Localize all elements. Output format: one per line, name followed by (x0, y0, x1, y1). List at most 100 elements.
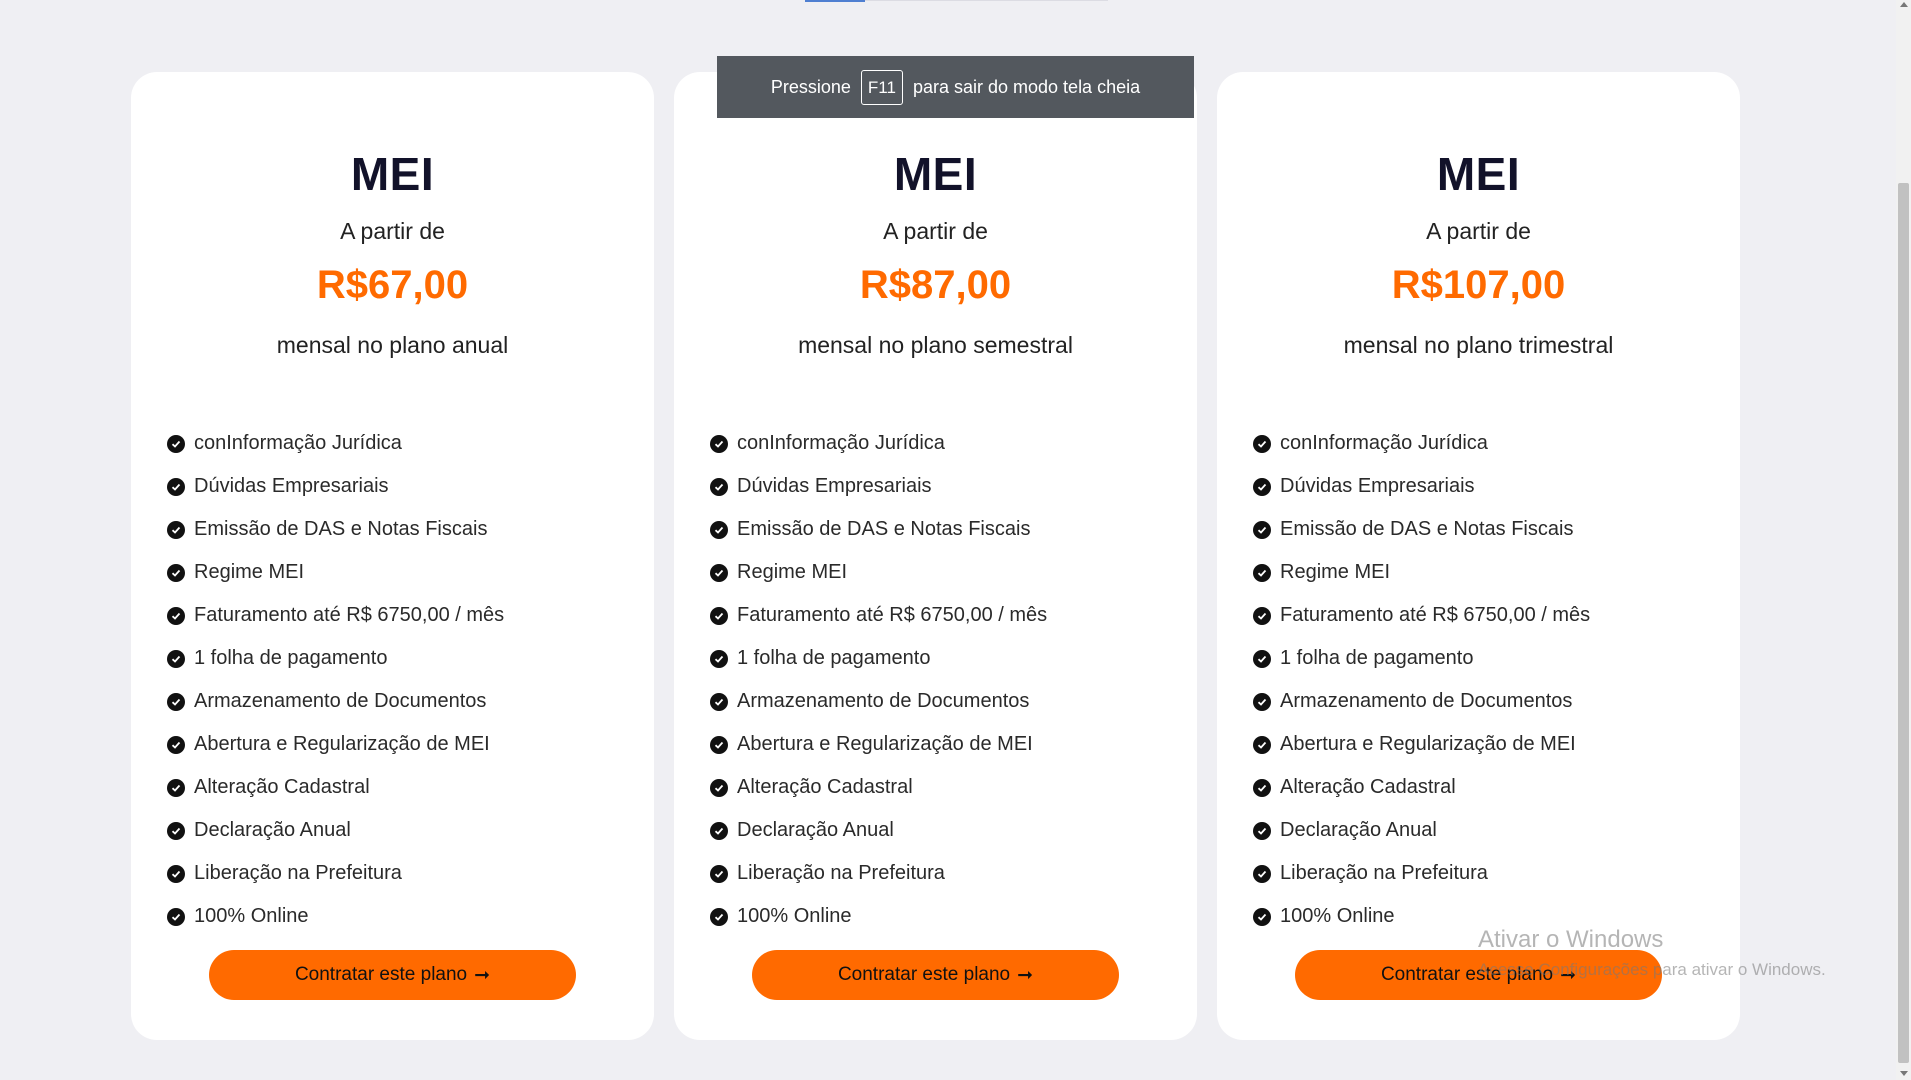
check-circle-icon (1253, 477, 1271, 496)
feature-label: Liberação na Prefeitura (1280, 862, 1488, 884)
f11-key-badge: F11 (860, 69, 903, 105)
feature-label: Faturamento até R$ 6750,00 / mês (1280, 604, 1591, 626)
feature-item: Faturamento até R$ 6750,00 / mês (1253, 594, 1590, 637)
feature-item: Abertura e Regularização de MEI (167, 723, 504, 766)
arrow-right-icon: ➞ (474, 964, 491, 986)
feature-label: Liberação na Prefeitura (737, 862, 945, 884)
check-circle-icon (1253, 907, 1271, 926)
feature-item: Alteração Cadastral (167, 766, 504, 809)
plan-card-semestral: MEI A partir de R$87,00 mensal no plano … (674, 72, 1197, 1040)
feature-label: Dúvidas Empresariais (194, 475, 389, 497)
feature-item: Liberação na Prefeitura (167, 852, 504, 895)
feature-item: 100% Online (167, 895, 504, 938)
feature-item: Abertura e Regularização de MEI (710, 723, 1047, 766)
feature-label: Armazenamento de Documentos (1280, 690, 1573, 712)
check-circle-icon (167, 606, 185, 625)
check-circle-icon (710, 520, 728, 539)
check-circle-icon (710, 778, 728, 797)
feature-item: Armazenamento de Documentos (1253, 680, 1590, 723)
feature-list: conInformação Jurídica Dúvidas Empresari… (167, 422, 504, 938)
feature-label: 1 folha de pagamento (737, 647, 931, 669)
check-circle-icon (1253, 864, 1271, 883)
feature-item: Alteração Cadastral (710, 766, 1047, 809)
plan-price: R$67,00 (316, 263, 469, 307)
feature-label: Armazenamento de Documentos (737, 690, 1030, 712)
check-circle-icon (1253, 821, 1271, 840)
feature-label: conInformação Jurídica (737, 432, 945, 454)
button-label: Contratar este plano (294, 964, 468, 985)
scroll-down-arrow-icon[interactable] (1900, 1071, 1908, 1076)
feature-label: Alteração Cadastral (194, 776, 370, 798)
check-circle-icon (1253, 692, 1271, 711)
feature-label: Emissão de DAS e Notas Fiscais (194, 518, 488, 540)
nav-underline (865, 0, 1108, 1)
feature-item: Emissão de DAS e Notas Fiscais (710, 508, 1047, 551)
check-circle-icon (710, 907, 728, 926)
feature-item: Regime MEI (1253, 551, 1590, 594)
plan-card-trimestral: MEI A partir de R$107,00 mensal no plano… (1217, 72, 1740, 1040)
plan-from-label: A partir de (340, 218, 445, 244)
check-circle-icon (167, 520, 185, 539)
check-circle-icon (710, 649, 728, 668)
feature-item: Abertura e Regularização de MEI (1253, 723, 1590, 766)
check-circle-icon (167, 821, 185, 840)
check-circle-icon (710, 434, 728, 453)
feature-label: Faturamento até R$ 6750,00 / mês (194, 604, 505, 626)
feature-label: 100% Online (737, 905, 852, 927)
feature-label: conInformação Jurídica (194, 432, 402, 454)
plan-card-anual: MEI A partir de R$67,00 mensal no plano … (131, 72, 654, 1040)
check-circle-icon (710, 606, 728, 625)
feature-item: Alteração Cadastral (1253, 766, 1590, 809)
check-circle-icon (710, 864, 728, 883)
plan-title: MEI (1436, 148, 1521, 200)
feature-label: 100% Online (1280, 905, 1395, 927)
feature-item: Emissão de DAS e Notas Fiscais (1253, 508, 1590, 551)
toast-text-before: Pressione (770, 76, 851, 97)
check-circle-icon (710, 477, 728, 496)
feature-item: Dúvidas Empresariais (1253, 465, 1590, 508)
plan-price: R$87,00 (859, 263, 1012, 307)
check-circle-icon (167, 778, 185, 797)
check-circle-icon (710, 821, 728, 840)
check-circle-icon (167, 735, 185, 754)
feature-item: 1 folha de pagamento (710, 637, 1047, 680)
feature-label: Declaração Anual (1280, 819, 1437, 841)
windows-activation-title: Ativar o Windows (1478, 926, 1664, 953)
feature-label: 1 folha de pagamento (1280, 647, 1474, 669)
scroll-up-arrow-icon[interactable] (1900, 2, 1908, 7)
feature-item: Dúvidas Empresariais (167, 465, 504, 508)
button-label: Contratar este plano (837, 964, 1011, 985)
check-circle-icon (710, 563, 728, 582)
feature-label: Regime MEI (737, 561, 848, 583)
feature-label: 1 folha de pagamento (194, 647, 388, 669)
vertical-scrollbar[interactable] (1896, 0, 1911, 1080)
plan-from-label: A partir de (883, 218, 988, 244)
feature-item: Faturamento até R$ 6750,00 / mês (167, 594, 504, 637)
contract-plan-button[interactable]: Contratar este plano ➞ (209, 950, 576, 1000)
feature-label: Faturamento até R$ 6750,00 / mês (737, 604, 1048, 626)
feature-item: conInformação Jurídica (167, 422, 504, 465)
check-circle-icon (1253, 735, 1271, 754)
check-circle-icon (167, 864, 185, 883)
check-circle-icon (167, 434, 185, 453)
scrollbar-thumb[interactable] (1898, 183, 1909, 1063)
plan-period: mensal no plano semestral (798, 332, 1073, 358)
arrow-right-icon: ➞ (1017, 964, 1034, 986)
plan-period: mensal no plano trimestral (1343, 332, 1614, 358)
plan-title: MEI (350, 148, 435, 200)
feature-item: Faturamento até R$ 6750,00 / mês (710, 594, 1047, 637)
feature-item: 100% Online (710, 895, 1047, 938)
contract-plan-button[interactable]: Contratar este plano ➞ (752, 950, 1119, 1000)
check-circle-icon (710, 692, 728, 711)
feature-item: Regime MEI (167, 551, 504, 594)
check-circle-icon (1253, 434, 1271, 453)
feature-list: conInformação Jurídica Dúvidas Empresari… (710, 422, 1047, 938)
feature-item: Dúvidas Empresariais (710, 465, 1047, 508)
feature-item: Declaração Anual (167, 809, 504, 852)
plan-period: mensal no plano anual (276, 332, 509, 358)
feature-label: Regime MEI (1280, 561, 1391, 583)
feature-item: Armazenamento de Documentos (167, 680, 504, 723)
nav-active-indicator (805, 0, 865, 2)
toast-text-after: para sair do modo tela cheia (912, 76, 1141, 97)
plan-price: R$107,00 (1391, 263, 1566, 307)
